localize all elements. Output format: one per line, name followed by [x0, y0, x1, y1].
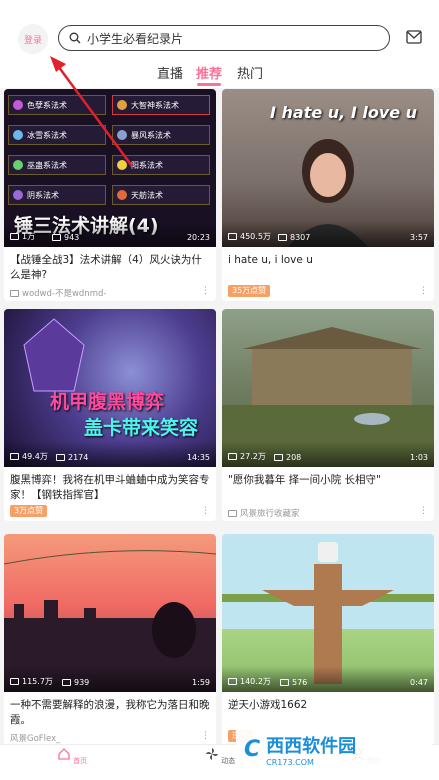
video-thumbnail: 27.2万 208 1:03: [222, 309, 434, 467]
video-card[interactable]: 色孽系法术 大智神系法术 冰雪系法术 暴风系法术 巫蛊系法术 阳系法术 阴系法术…: [4, 89, 216, 301]
search-bar[interactable]: 小学生必看纪录片: [58, 25, 390, 51]
comment-icon: [280, 679, 289, 686]
more-icon[interactable]: ⋮: [201, 731, 210, 741]
nav-home[interactable]: 首页: [42, 747, 102, 766]
view-count: 27.2万: [228, 451, 266, 462]
mail-icon[interactable]: [406, 30, 422, 44]
tab-recommend[interactable]: 推荐: [196, 63, 222, 82]
like-badge: 3万点赞: [10, 505, 48, 517]
mech-figure: [23, 318, 85, 392]
play-icon: [228, 233, 237, 240]
like-badge: 35万点赞: [228, 285, 271, 297]
play-icon: [10, 453, 19, 460]
watermark-text: 西西软件园 CR173.COM: [266, 732, 356, 767]
comment-icon: [62, 679, 71, 686]
tab-hot[interactable]: 热门: [237, 63, 263, 82]
watermark-en: CR173.COM: [266, 757, 314, 767]
comment-icon: [278, 234, 287, 241]
comment-icon: [274, 454, 283, 461]
uploader: wodwd-不是wdnmd-: [10, 287, 106, 299]
video-duration: 14:35: [186, 453, 210, 462]
search-icon: [69, 32, 81, 44]
spell-label: 暴风系法术: [112, 125, 210, 145]
uploader: 风景GoFlex_: [10, 734, 61, 744]
video-card[interactable]: 140.2万 576 0:47 逆天小游戏1662 逆天: [222, 534, 434, 746]
video-thumbnail: 140.2万 576 0:47: [222, 534, 434, 692]
view-count: 450.5万: [228, 231, 271, 242]
play-icon: [10, 678, 19, 685]
video-thumbnail: 115.7万 939 1:59: [4, 534, 216, 692]
video-title: 一种不需要解释的浪漫，我称它为落日和晚霞。: [10, 699, 210, 726]
more-icon[interactable]: ⋮: [201, 506, 210, 516]
spell-label: 色孽系法术: [8, 95, 106, 115]
uploader-icon: [228, 509, 237, 517]
video-card[interactable]: 115.7万 939 1:59 一种不需要解释的浪漫，我称它为落日和晚霞。 风景…: [4, 534, 216, 746]
spell-label: 大智神系法术: [112, 95, 210, 115]
home-icon: [58, 748, 70, 760]
thumbnail-caption: 机甲腹黑博弈: [50, 391, 165, 413]
video-card[interactable]: I hate u, I love u 450.5万 8307 3:57 i ha…: [222, 89, 434, 301]
spell-label: 巫蛊系法术: [8, 155, 106, 175]
channel-tabs: 直播 推荐 热门: [0, 60, 439, 136]
spell-label: 冰雪系法术: [8, 125, 106, 145]
more-icon[interactable]: ⋮: [419, 506, 428, 516]
video-card[interactable]: 27.2万 208 1:03 "愿你我暮年 择一间小院 长相守" 风景旅行收藏家…: [222, 309, 434, 521]
video-duration: 0:47: [410, 678, 428, 687]
video-thumbnail: I hate u, I love u 450.5万 8307 3:57: [222, 89, 434, 247]
comment-count: 2174: [56, 453, 88, 462]
site-watermark: C 西西软件园 CR173.COM: [236, 724, 432, 774]
comment-count: 208: [274, 453, 301, 462]
uploader: 风景旅行收藏家: [228, 507, 300, 519]
video-duration: 20:23: [186, 233, 210, 242]
comment-count: 8307: [278, 233, 310, 242]
spell-label: 阳系法术: [112, 155, 210, 175]
tab-active-indicator: [197, 83, 221, 86]
tab-live[interactable]: 直播: [157, 63, 183, 82]
video-title: i hate u, i love u: [228, 254, 313, 266]
watermark-logo: C: [244, 736, 261, 762]
nav-home-label: 首页: [73, 757, 88, 765]
video-card[interactable]: 机甲腹黑博弈 盖卡带来笑容 49.4万 2174 14:35 腹黑博弈！我将在机…: [4, 309, 216, 521]
thumbnail-shade: [4, 221, 216, 247]
video-duration: 1:59: [192, 678, 210, 687]
play-icon: [228, 453, 237, 460]
view-count: 140.2万: [228, 676, 271, 687]
top-bar: 登录 小学生必看纪录片 直播 推荐 热门: [0, 0, 439, 136]
spell-label: 阴系法术: [8, 185, 106, 205]
thumbnail-caption: I hate u, I love u: [270, 103, 418, 122]
view-count: 115.7万: [10, 676, 53, 687]
thumbnail-caption: 盖卡带来笑容: [84, 417, 199, 439]
view-count: 49.4万: [10, 451, 48, 462]
view-count: 1万: [10, 231, 35, 242]
comment-icon: [56, 454, 65, 461]
comment-count: 576: [280, 678, 307, 687]
app-root: 登录 小学生必看纪录片 直播 推荐 热门 色孽系法术 大智神系法术 冰雪系法术 …: [0, 0, 439, 780]
video-thumbnail: 色孽系法术 大智神系法术 冰雪系法术 暴风系法术 巫蛊系法术 阳系法术 阴系法术…: [4, 89, 216, 247]
video-title: "愿你我暮年 择一间小院 长相守": [228, 474, 381, 486]
watermark-cn: 西西软件园: [266, 735, 357, 757]
play-icon: [228, 678, 237, 685]
video-duration: 1:03: [410, 453, 428, 462]
search-placeholder: 小学生必看纪录片: [87, 31, 184, 46]
play-icon: [10, 233, 19, 240]
video-duration: 3:57: [410, 233, 428, 242]
video-title: 逆天小游戏1662: [228, 699, 308, 711]
fan-icon: [205, 748, 218, 760]
video-thumbnail: 机甲腹黑博弈 盖卡带来笑容 49.4万 2174 14:35: [4, 309, 216, 467]
uploader-icon: [10, 289, 19, 297]
more-icon[interactable]: ⋮: [201, 286, 210, 296]
video-title: 【战锤全战3】法术讲解（4）风火诀为什么是神?: [10, 254, 202, 281]
spell-label: 天舫法术: [112, 185, 210, 205]
comment-icon: [52, 234, 61, 241]
more-icon[interactable]: ⋮: [419, 286, 428, 296]
video-title: 腹黑博弈！我将在机甲斗蛐蛐中成为笑容专家！【钢铁指挥官】: [10, 474, 210, 501]
comment-count: 939: [62, 678, 89, 687]
nav-dynamic-label: 动态: [221, 757, 236, 765]
login-button[interactable]: 登录: [18, 24, 48, 54]
comment-count: 943: [52, 233, 79, 242]
